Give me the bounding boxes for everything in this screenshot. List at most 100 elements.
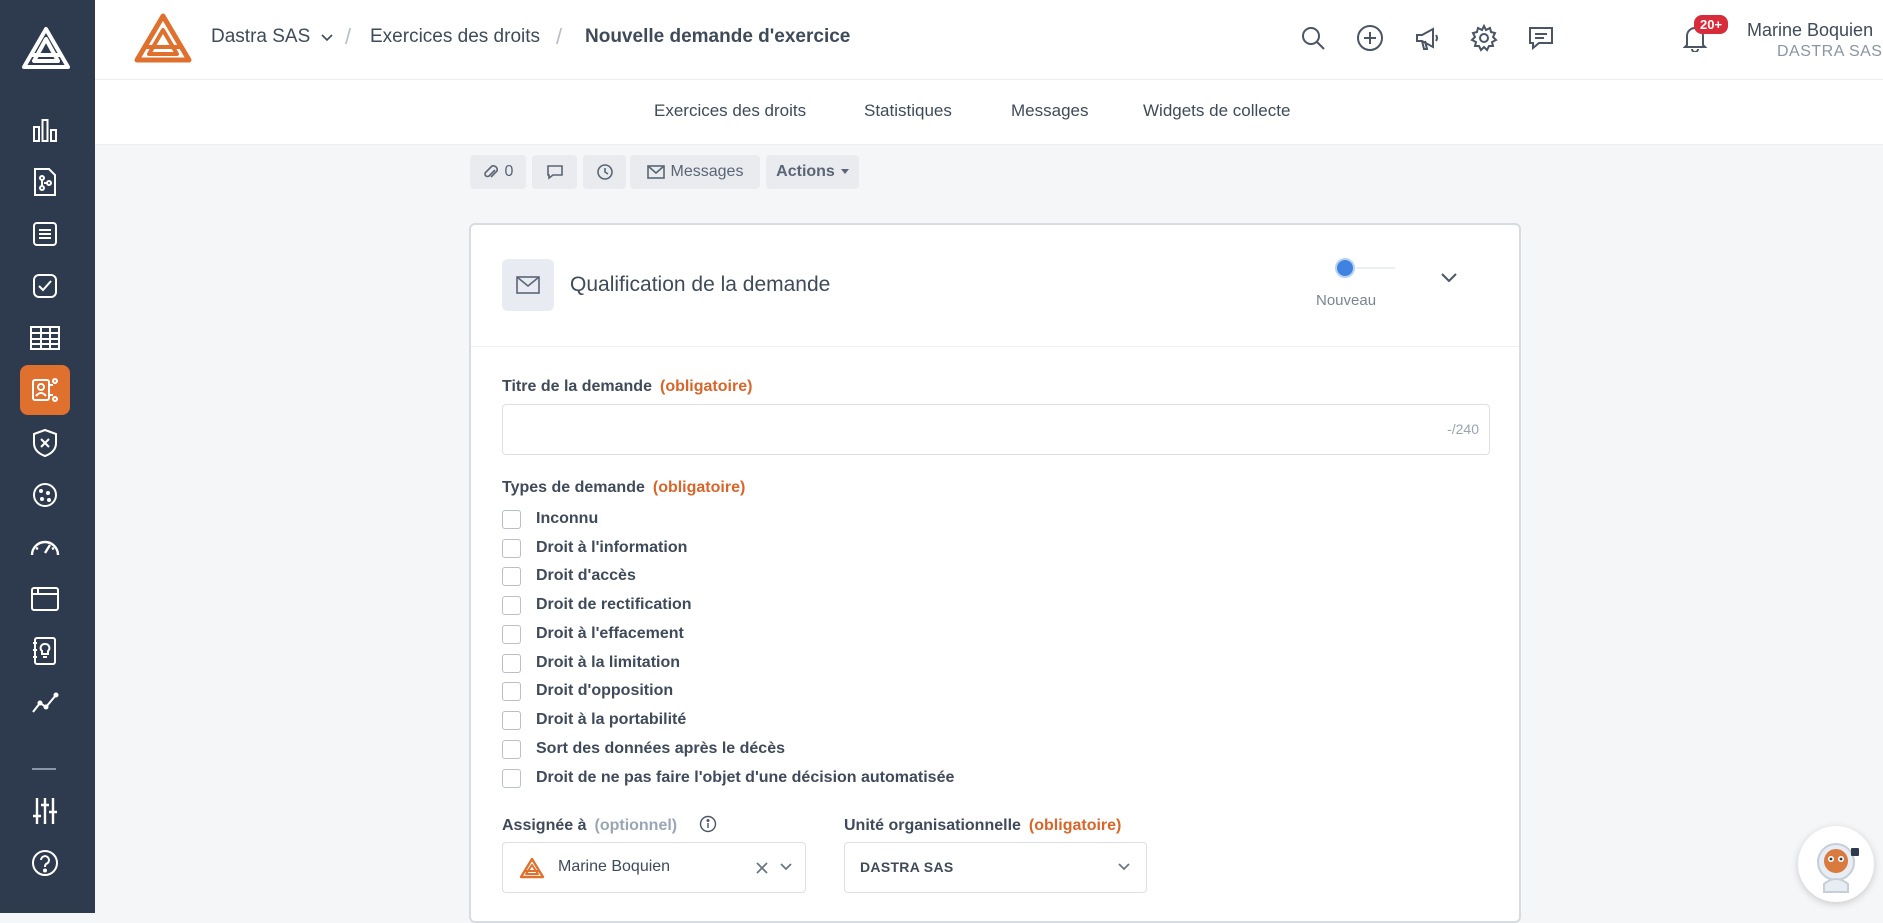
checkbox-right-portability[interactable]: Droit à la portabilité bbox=[502, 709, 686, 731]
title-field-label: Titre de la demande (obligatoire) bbox=[502, 378, 753, 395]
checkbox-right-information[interactable]: Droit à l'information bbox=[502, 537, 687, 559]
card-header[interactable]: Qualification de la demande Nouveau bbox=[471, 225, 1519, 347]
line-chart-icon[interactable] bbox=[20, 678, 70, 728]
clear-icon[interactable] bbox=[755, 861, 769, 875]
assignee-field-label: Assignée à (optionnel) bbox=[502, 817, 678, 834]
types-field-label: Types de demande (obligatoire) bbox=[502, 479, 746, 496]
checkbox-unknown[interactable]: Inconnu bbox=[502, 508, 598, 530]
assignee-value: Marine Boquien bbox=[558, 858, 671, 875]
checkbox-label: Inconnu bbox=[536, 510, 599, 527]
checkbox-box[interactable] bbox=[502, 653, 521, 673]
required-marker: (obligatoire) bbox=[1028, 817, 1122, 834]
checkbox-box[interactable] bbox=[502, 710, 521, 730]
cookie-icon[interactable] bbox=[20, 470, 70, 520]
user-name[interactable]: Marine Boquien bbox=[1747, 20, 1873, 41]
status-indicator bbox=[1335, 258, 1355, 278]
optional-marker: (optionnel) bbox=[594, 817, 678, 834]
checkbox-label: Droit à la limitation bbox=[536, 654, 681, 671]
chevron-down-icon bbox=[320, 34, 333, 42]
checkbox-post-mortem[interactable]: Sort des données après le décès bbox=[502, 738, 785, 760]
subnav-item-statistics[interactable]: Statistiques bbox=[864, 101, 952, 121]
actions-dropdown[interactable]: Actions bbox=[766, 155, 859, 189]
assignee-select[interactable]: Marine Boquien bbox=[502, 842, 806, 893]
checkbox-box[interactable] bbox=[502, 739, 521, 759]
dastra-logo-icon[interactable] bbox=[18, 22, 74, 74]
document-tree-icon[interactable] bbox=[20, 157, 70, 207]
status-label: Nouveau bbox=[1316, 292, 1377, 309]
checkbox-right-limitation[interactable]: Droit à la limitation bbox=[502, 652, 680, 674]
checkbox-right-opposition[interactable]: Droit d'opposition bbox=[502, 680, 673, 702]
checkbox-label: Droit à la portabilité bbox=[536, 711, 687, 728]
comments-button[interactable] bbox=[532, 155, 577, 189]
checkbox-right-erasure[interactable]: Droit à l'effacement bbox=[502, 623, 684, 645]
checkbox-automated-decision[interactable]: Droit de ne pas faire l'objet d'une déci… bbox=[502, 767, 954, 789]
checkbox-box[interactable] bbox=[502, 566, 521, 586]
gear-icon[interactable] bbox=[1468, 22, 1500, 54]
unit-value: DASTRA SAS bbox=[860, 859, 954, 875]
chevron-down-icon[interactable] bbox=[1117, 862, 1131, 872]
checkbox-label: Droit d'opposition bbox=[536, 682, 674, 699]
info-icon[interactable] bbox=[699, 815, 717, 838]
database-icon[interactable] bbox=[20, 209, 70, 259]
unit-field-label: Unité organisationnelle (obligatoire) bbox=[844, 817, 1122, 834]
attachments-count: 0 bbox=[504, 163, 514, 180]
search-icon[interactable] bbox=[1297, 22, 1329, 54]
speedometer-icon[interactable] bbox=[20, 522, 70, 572]
chat-icon[interactable] bbox=[1525, 22, 1557, 54]
add-circle-icon[interactable] bbox=[1354, 22, 1386, 54]
notifications-badge: 20+ bbox=[1694, 15, 1729, 34]
help-icon[interactable] bbox=[20, 838, 70, 888]
subnav-item-collection-widgets[interactable]: Widgets de collecte bbox=[1143, 101, 1290, 121]
history-button[interactable] bbox=[583, 155, 626, 189]
subnav-item-messages[interactable]: Messages bbox=[1011, 101, 1088, 121]
checkbox-box[interactable] bbox=[502, 681, 521, 701]
org-switcher[interactable]: Dastra SAS bbox=[211, 26, 334, 48]
clock-icon bbox=[596, 164, 613, 180]
lightbulb-book-icon[interactable] bbox=[20, 626, 70, 676]
sliders-icon[interactable] bbox=[20, 786, 70, 836]
paperclip-icon bbox=[483, 165, 498, 178]
user-org: DASTRA SAS bbox=[1777, 43, 1883, 60]
checkbox-label: Droit à l'information bbox=[536, 539, 688, 556]
checkbox-box[interactable] bbox=[502, 595, 521, 615]
checkbox-right-rectification[interactable]: Droit de rectification bbox=[502, 594, 692, 616]
chevron-down-icon[interactable] bbox=[779, 862, 793, 872]
megaphone-icon[interactable] bbox=[1411, 22, 1443, 54]
assistant-avatar[interactable] bbox=[1798, 826, 1874, 902]
chevron-down-icon[interactable] bbox=[1440, 271, 1458, 289]
checkbox-box[interactable] bbox=[502, 624, 521, 644]
envelope-icon bbox=[502, 259, 554, 311]
checkbox-label: Droit à l'effacement bbox=[536, 625, 684, 642]
checkbox-label: Droit de rectification bbox=[536, 596, 692, 613]
user-request-icon[interactable] bbox=[20, 365, 70, 415]
user-logo-icon bbox=[519, 857, 545, 879]
breadcrumb-separator: / bbox=[345, 24, 352, 49]
actions-label: Actions bbox=[776, 163, 835, 180]
mail-icon bbox=[646, 165, 665, 179]
checkbox-box[interactable] bbox=[502, 768, 521, 788]
required-marker: (obligatoire) bbox=[659, 378, 753, 395]
browser-window-icon[interactable] bbox=[20, 574, 70, 624]
attachments-button[interactable]: 0 bbox=[470, 155, 526, 189]
checkbox-box[interactable] bbox=[502, 509, 521, 529]
checkbox-box[interactable] bbox=[502, 538, 521, 558]
breadcrumb-rights-exercises[interactable]: Exercices des droits bbox=[370, 26, 540, 48]
sidebar-divider bbox=[32, 768, 56, 770]
caret-down-icon bbox=[840, 169, 849, 174]
org-logo-icon[interactable] bbox=[133, 12, 193, 64]
checkbox-label: Droit de ne pas faire l'objet d'une déci… bbox=[536, 769, 955, 786]
page-title: Nouvelle demande d'exercice bbox=[585, 26, 851, 47]
bar-chart-icon[interactable] bbox=[20, 105, 70, 155]
table-icon[interactable] bbox=[20, 313, 70, 363]
checkbox-right-access[interactable]: Droit d'accès bbox=[502, 565, 636, 587]
checklist-icon[interactable] bbox=[20, 261, 70, 311]
required-marker: (obligatoire) bbox=[652, 479, 746, 496]
top-bar: Dastra SAS / Exercices des droits / Nouv… bbox=[95, 0, 1883, 80]
shield-x-icon[interactable] bbox=[20, 418, 70, 468]
comment-icon bbox=[546, 165, 563, 180]
request-title-input[interactable]: -/240 bbox=[502, 404, 1490, 455]
subnav-item-rights-exercises[interactable]: Exercices des droits bbox=[654, 101, 806, 121]
organizational-unit-select[interactable]: DASTRA SAS bbox=[844, 842, 1147, 893]
breadcrumb-separator: / bbox=[556, 24, 563, 49]
messages-button[interactable]: Messages bbox=[630, 155, 760, 189]
